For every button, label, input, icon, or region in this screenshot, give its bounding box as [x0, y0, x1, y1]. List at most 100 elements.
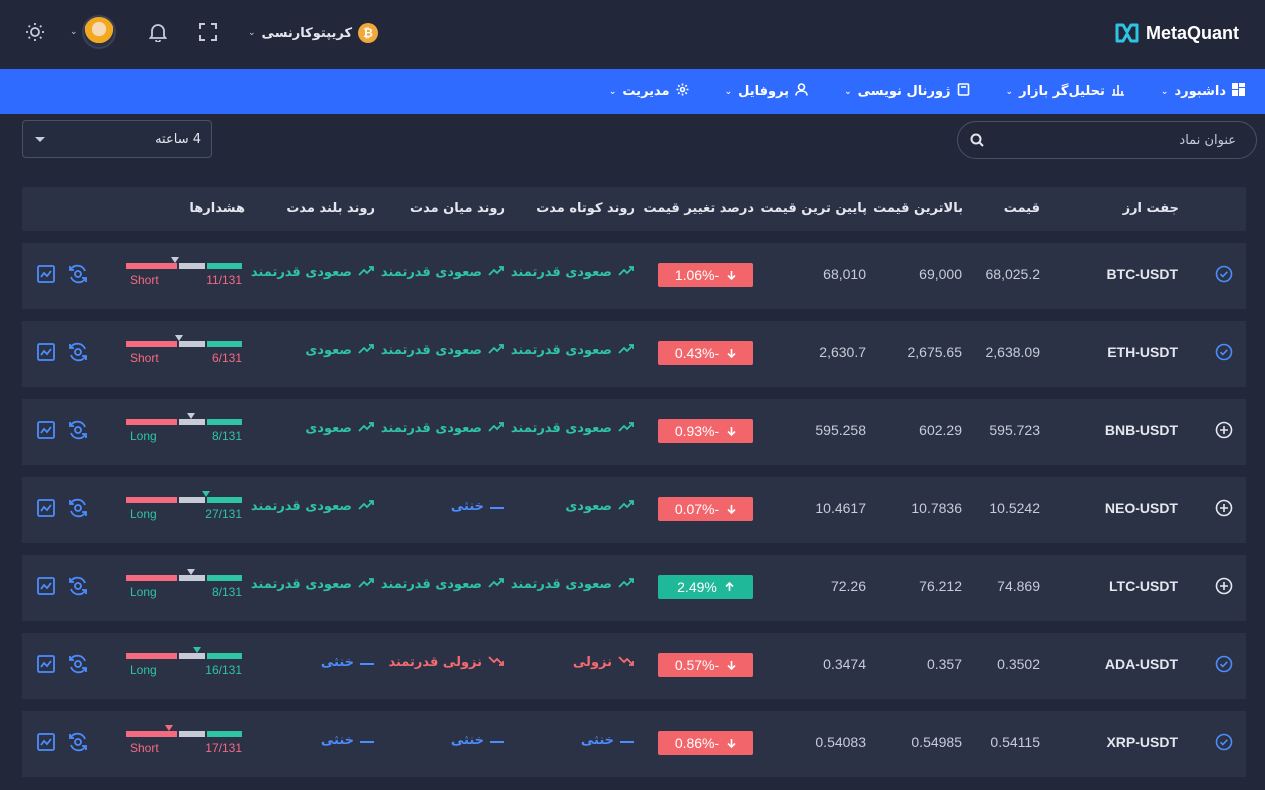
- change-value: 0.57%-: [674, 657, 720, 673]
- trend-down-icon: [618, 655, 634, 670]
- refresh-alert-button[interactable]: [67, 497, 89, 519]
- trend-up-icon: [358, 343, 374, 358]
- nav-item-4[interactable]: مدیریت ⌄: [609, 83, 689, 100]
- nav-item-1[interactable]: تحلیل‌گر بازار ⌄: [1006, 83, 1125, 100]
- refresh-alert-button[interactable]: [67, 341, 89, 363]
- high-price: 10.7836: [911, 500, 962, 516]
- sync-icon: [69, 498, 87, 518]
- watchlist-check-icon[interactable]: [1213, 653, 1235, 675]
- chevron-down-icon: ⌄: [248, 28, 256, 38]
- table-row[interactable]: XRP-USDT 0.54115 0.54985 0.54083 0.86%- خنثی خ…: [22, 711, 1246, 777]
- high-price: 0.357: [926, 656, 962, 672]
- line-chart-icon: [37, 421, 55, 439]
- price: 2,638.09: [985, 344, 1041, 360]
- line-chart-icon: [37, 265, 55, 283]
- nav-item-0[interactable]: داشبورد ⌄: [1161, 83, 1245, 100]
- timeframe-select[interactable]: 4 ساعته: [22, 120, 212, 158]
- long-trend-label: صعودی قدرتمند: [250, 499, 352, 514]
- arrow-down-icon: [727, 423, 736, 439]
- sync-icon: [69, 654, 87, 674]
- refresh-alert-button[interactable]: [67, 263, 89, 285]
- refresh-alert-button[interactable]: [67, 653, 89, 675]
- chart-button[interactable]: [35, 341, 57, 363]
- signal-count: 11/131: [206, 273, 242, 287]
- chart-button[interactable]: [35, 497, 57, 519]
- pair-name: BTC-USDT: [1106, 266, 1178, 282]
- mid-trend: صعودی قدرتمند: [381, 265, 504, 280]
- nav-item-3[interactable]: پروفایل ⌄: [725, 83, 808, 100]
- chart-button[interactable]: [35, 653, 57, 675]
- sync-icon: [69, 342, 87, 362]
- pair-name: LTC-USDT: [1109, 578, 1178, 594]
- mid-trend-label: صعودی قدرتمند: [380, 343, 482, 358]
- chart-button[interactable]: [35, 263, 57, 285]
- refresh-alert-button[interactable]: [67, 419, 89, 441]
- signal-gauge: Long 16/131: [126, 647, 242, 687]
- mid-trend-label: صعودی قدرتمند: [380, 265, 482, 280]
- trend-up-icon: [358, 265, 374, 280]
- gauge-bar: [126, 419, 242, 425]
- mid-trend-label: نزولی قدرتمند: [388, 655, 482, 670]
- user-menu[interactable]: ⌄: [70, 15, 116, 49]
- mid-trend-label: خنثی: [450, 733, 484, 748]
- watchlist-check-icon[interactable]: [1213, 731, 1235, 753]
- symbol-search[interactable]: عنوان نماد: [957, 121, 1257, 159]
- position-side: Short: [130, 741, 159, 755]
- watchlist-check-icon[interactable]: [1213, 263, 1235, 285]
- trend-up-icon: [618, 421, 634, 436]
- line-chart-icon: [37, 499, 55, 517]
- header-price: قیمت: [1003, 201, 1040, 216]
- add-watchlist-icon[interactable]: [1213, 575, 1235, 597]
- price: 0.54115: [990, 734, 1040, 750]
- short-trend-label: صعودی قدرتمند: [510, 265, 612, 280]
- short-trend: خنثی: [581, 733, 634, 748]
- trend-down-icon: [488, 655, 504, 670]
- search-icon: [970, 133, 984, 147]
- position-side: Long: [130, 585, 157, 599]
- table-row[interactable]: BNB-USDT 595.723 602.29 595.258 0.93%- صعودی …: [22, 399, 1246, 465]
- refresh-alert-button[interactable]: [67, 575, 89, 597]
- change-badge: 2.49%: [658, 575, 753, 599]
- short-trend-label: صعودی: [565, 499, 612, 514]
- mid-trend-label: صعودی قدرتمند: [380, 577, 482, 592]
- arrow-down-icon: [727, 735, 736, 751]
- theme-toggle-button[interactable]: [23, 20, 47, 44]
- nav-item-2[interactable]: ژورنال نویسی ⌄: [844, 83, 969, 100]
- change-badge: 0.86%-: [658, 731, 753, 755]
- arrow-down-icon: [727, 501, 736, 517]
- brand-logo[interactable]: MetaQuant: [1114, 22, 1239, 44]
- header-alerts: هشدارها: [189, 201, 245, 216]
- trend-up-icon: [618, 265, 634, 280]
- nav-item-label: پروفایل: [738, 84, 790, 99]
- table-row[interactable]: NEO-USDT 10.5242 10.7836 10.4617 0.07%- صعودی…: [22, 477, 1246, 543]
- table-row[interactable]: ADA-USDT 0.3502 0.357 0.3474 0.57%- نزولی نزول…: [22, 633, 1246, 699]
- table-row[interactable]: BTC-USDT 68,025.2 69,000 68,010 1.06%- صعودی …: [22, 243, 1246, 309]
- arrow-down-icon: [727, 657, 736, 673]
- watchlist-check-icon[interactable]: [1213, 341, 1235, 363]
- market-selector[interactable]: ⌄ کریپتوکارنسی ₿: [248, 21, 379, 45]
- table-row[interactable]: LTC-USDT 74.869 76.212 72.26 2.49% صعودی قدرت…: [22, 555, 1246, 621]
- fullscreen-button[interactable]: [196, 20, 220, 44]
- change-value: 1.06%-: [674, 267, 720, 283]
- high-price: 69,000: [919, 266, 962, 282]
- chart-button[interactable]: [35, 575, 57, 597]
- mid-trend: خنثی: [451, 733, 504, 748]
- add-watchlist-icon[interactable]: [1213, 497, 1235, 519]
- add-watchlist-icon[interactable]: [1213, 419, 1235, 441]
- change-badge: 0.57%-: [658, 653, 753, 677]
- arrow-down-icon: [727, 267, 736, 283]
- top-bar: MetaQuant ⌄ کریپتوکارنسی ₿ ⌄: [0, 0, 1265, 69]
- table-row[interactable]: ETH-USDT 2,638.09 2,675.65 2,630.7 0.43%- صعو…: [22, 321, 1246, 387]
- chart-button[interactable]: [35, 731, 57, 753]
- pair-name: NEO-USDT: [1104, 500, 1178, 516]
- header-high: بالاترین قیمت: [873, 201, 963, 216]
- notifications-button[interactable]: [146, 20, 170, 44]
- chart-button[interactable]: [35, 419, 57, 441]
- avatar: [81, 15, 116, 49]
- trend-up-icon: [618, 343, 634, 358]
- short-trend: صعودی قدرتمند: [511, 577, 634, 592]
- refresh-alert-button[interactable]: [67, 731, 89, 753]
- sync-icon: [69, 576, 87, 596]
- search-input[interactable]: عنوان نماد: [1179, 133, 1236, 148]
- high-price: 602.29: [919, 422, 962, 438]
